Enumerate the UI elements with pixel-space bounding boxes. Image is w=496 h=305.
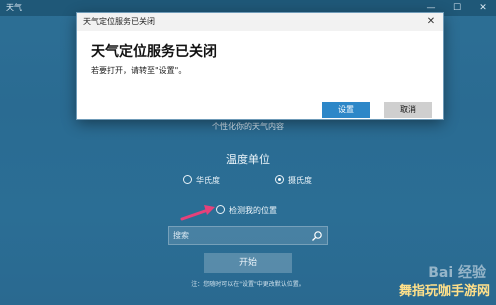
- dialog-title: 天气定位服务已关闭: [83, 17, 155, 26]
- maximize-icon[interactable]: ☐: [444, 0, 470, 16]
- close-icon[interactable]: ✕: [423, 14, 439, 30]
- dialog-titlebar: 天气定位服务已关闭 ✕: [77, 13, 443, 31]
- location-service-dialog: 天气定位服务已关闭 ✕ 天气定位服务已关闭 若要打开，请转至"设置"。 设置 取…: [77, 13, 443, 119]
- start-button[interactable]: 开始: [204, 253, 292, 273]
- settings-button[interactable]: 设置: [322, 102, 370, 118]
- fahrenheit-radio[interactable]: [183, 175, 192, 184]
- app-title: 天气: [6, 3, 22, 12]
- celsius-label: 摄氏度: [288, 176, 312, 185]
- temperature-unit-title: 温度单位: [226, 153, 270, 166]
- personalize-text: 个性化你的天气内容: [212, 122, 284, 131]
- detect-location-label: 检测我的位置: [229, 206, 277, 215]
- fahrenheit-label: 华氏度: [196, 176, 220, 185]
- dialog-message: 若要打开，请转至"设置"。: [91, 66, 187, 75]
- celsius-radio[interactable]: [275, 175, 284, 184]
- search-input[interactable]: [173, 229, 303, 242]
- close-window-icon[interactable]: ✕: [470, 0, 496, 16]
- search-box[interactable]: [168, 226, 328, 245]
- pointer-arrow-icon: [180, 205, 215, 221]
- search-icon[interactable]: [311, 230, 323, 242]
- dialog-heading: 天气定位服务已关闭: [91, 44, 217, 60]
- corner-logo: 舞指玩咖手游网: [398, 284, 490, 299]
- cancel-button[interactable]: 取消: [384, 102, 432, 118]
